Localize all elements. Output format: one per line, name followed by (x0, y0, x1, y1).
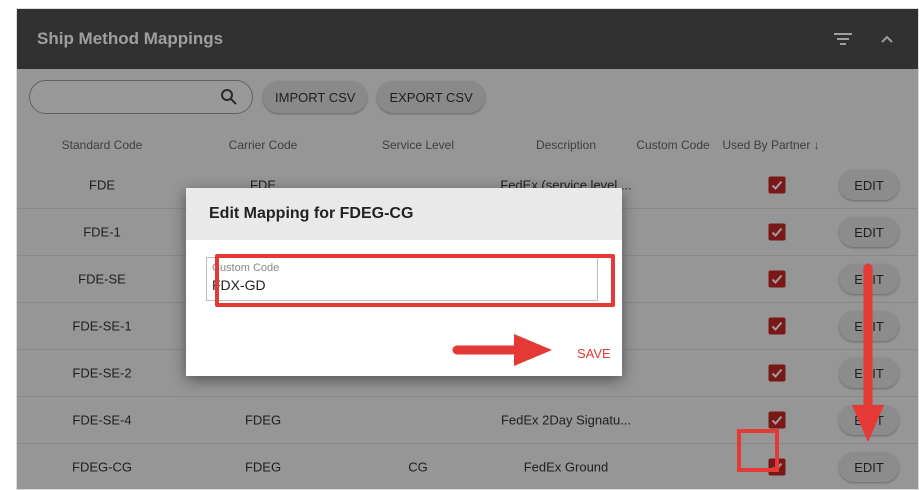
dialog-title: Edit Mapping for FDEG-CG (186, 188, 622, 240)
highlight-custom-code-box (215, 254, 615, 307)
save-button[interactable]: SAVE (577, 346, 611, 361)
highlight-checkbox-box (737, 429, 779, 472)
